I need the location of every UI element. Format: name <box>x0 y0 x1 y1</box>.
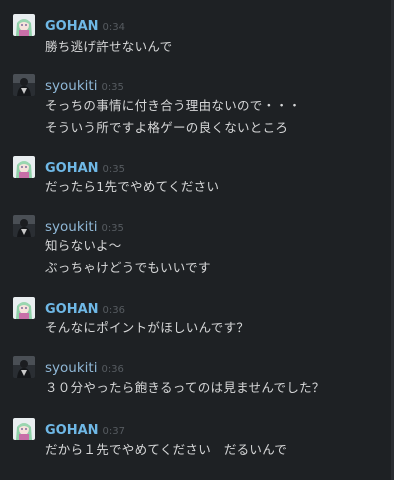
message-text: 勝ち逃げ許せないんで <box>45 39 173 54</box>
author-name[interactable]: syoukiti <box>45 219 97 235</box>
timestamp: 0:36 <box>101 364 124 375</box>
timestamp: 0:35 <box>101 223 124 234</box>
message-header: GOHAN 0:36 <box>45 298 126 317</box>
message-text: 知らないよ～ <box>45 238 122 253</box>
dark-figure-avatar-icon[interactable] <box>13 356 35 378</box>
chat-message-list: GOHAN 0:34 勝ち逃げ許せないんで syoukiti 0:35 そっちの事情… <box>0 0 394 480</box>
message-text: だったら1先でやめてください <box>45 179 220 194</box>
message-text: だから１先でやめてください だるいんで <box>45 442 288 457</box>
timestamp: 0:37 <box>102 426 126 437</box>
message-text: そんなにポイントがほしいんです？ <box>45 320 250 335</box>
dark-figure-avatar-icon[interactable] <box>13 74 35 96</box>
timestamp: 0:35 <box>102 164 126 175</box>
message-text: ３０分やったら飽きるってのは見ませんでした？ <box>45 380 325 395</box>
author-name[interactable]: GOHAN <box>45 19 99 34</box>
timestamp: 0:36 <box>102 305 126 316</box>
anime-girl-avatar-icon[interactable] <box>13 297 35 319</box>
anime-girl-avatar-icon[interactable] <box>13 418 35 440</box>
message-header: GOHAN 0:35 <box>45 157 126 176</box>
message-text: そういう所ですよ格ゲーの良くないところ <box>45 120 289 135</box>
message-text: そっちの事情に付き合う理由ないので・・・ <box>45 98 302 113</box>
anime-girl-avatar-icon[interactable] <box>13 156 35 178</box>
message-header: GOHAN 0:34 <box>45 15 126 34</box>
author-name[interactable]: GOHAN <box>45 161 99 176</box>
message-header: GOHAN 0:37 <box>45 419 126 438</box>
author-name[interactable]: GOHAN <box>45 423 99 438</box>
anime-girl-avatar-icon[interactable] <box>13 14 35 36</box>
message-header: syoukiti 0:35 <box>45 216 124 235</box>
author-name[interactable]: syoukiti <box>45 78 97 94</box>
dark-figure-avatar-icon[interactable] <box>13 215 35 237</box>
author-name[interactable]: syoukiti <box>45 360 97 376</box>
message-header: syoukiti 0:36 <box>45 357 124 376</box>
timestamp: 0:35 <box>101 82 124 93</box>
message-text: ぶっちゃけどうでもいいです <box>45 260 211 275</box>
author-name[interactable]: GOHAN <box>45 302 99 317</box>
timestamp: 0:34 <box>102 22 126 33</box>
message-header: syoukiti 0:35 <box>45 75 124 94</box>
